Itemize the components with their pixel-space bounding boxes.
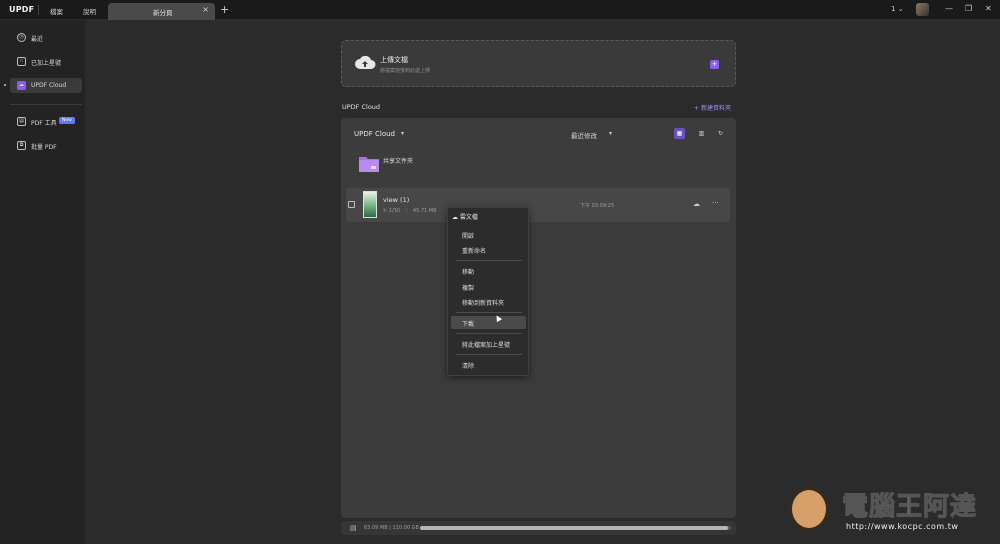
minimize-icon[interactable]: — [945,4,953,13]
sort-dropdown[interactable]: 最近修改 [571,130,597,140]
close-icon[interactable]: × [202,5,209,14]
upload-add-button[interactable]: + [710,60,719,69]
add-tab-icon[interactable]: + [220,3,229,16]
app-logo: UPDF [9,5,35,14]
cloud-upload-icon [355,55,376,69]
cloud-icon: ☁ [17,81,26,90]
file-thumbnail [363,191,377,218]
file-time: 下午 03:09:25 [580,203,615,209]
active-indicator [4,84,6,86]
main-area: 上傳文檔 將檔案拖曳到此處上傳 + UPDF Cloud + 新建資料夾 UPD… [85,20,1000,544]
sidebar-item-label: 批量 PDF [31,144,57,151]
sidebar-item-pdf-tools[interactable]: ▤ PDF 工具 New [10,114,82,129]
upload-title: 上傳文檔 [380,56,408,64]
watermark: 電腦王阿達 http://www.kocpc.com.tw [780,478,995,542]
title-divider [38,5,39,15]
watermark-url: http://www.kocpc.com.tw [846,522,959,531]
menu-item-copy[interactable]: 複製 [451,280,526,293]
storage-progress [420,526,731,530]
folder-name[interactable]: 共享文件夾 [383,156,413,165]
menu-item-move-new-folder[interactable]: 移動到新資料夾 [451,295,526,308]
menu-item-move[interactable]: 移動 [451,264,526,277]
menu-divider [456,260,522,261]
mascot-logo [790,488,828,530]
sidebar-item-starred[interactable]: ☆ 已加上星號 [10,54,82,69]
clock-icon: ◷ [17,33,26,42]
menu-item-delete[interactable]: 清除 [451,358,526,371]
avatar[interactable] [916,3,929,16]
caret-down-icon[interactable]: ▾ [401,130,404,137]
close-window-icon[interactable]: ✕ [985,4,992,13]
sidebar-divider [10,104,82,105]
upload-subtitle: 將檔案拖曳到此處上傳 [380,68,431,74]
sidebar-item-cloud[interactable]: ☁ UPDF Cloud [10,78,82,93]
storage-text: 63.09 MB | 110.00 GB [364,525,419,531]
context-menu-header: ☁ 雲文檔 [452,214,478,221]
new-folder-button[interactable]: + 新建資料夾 [694,103,731,112]
list-view-icon[interactable]: ▥ [696,128,707,139]
toolbox-icon: ▤ [17,117,26,126]
shared-folder-icon[interactable] [359,155,379,172]
restore-icon[interactable]: ❐ [965,4,972,13]
cloud-panel: UPDF Cloud ▾ 最近修改 ▾ ▦ ▥ ↻ 共享文件夾 view (1)… [341,118,736,518]
storage-progress-fill [420,526,728,530]
section-title: UPDF Cloud [342,103,381,111]
file-meta: ↻ 1/30 | 45.71 MB [383,208,437,214]
menu-help[interactable]: 說明 [83,6,96,16]
location-dropdown[interactable]: UPDF Cloud [354,130,395,138]
upload-dropzone[interactable]: 上傳文檔 將檔案拖曳到此處上傳 + [341,40,736,87]
sidebar-item-batch[interactable]: ⧉ 批量 PDF [10,138,82,153]
tab-new[interactable]: 新分頁 × [108,3,215,20]
batch-icon: ⧉ [17,141,26,150]
menu-item-open[interactable]: 開啟 [451,228,526,241]
menu-file[interactable]: 檔案 [50,6,63,16]
file-checkbox[interactable] [348,201,355,208]
more-icon[interactable]: ··· [712,199,719,207]
sidebar: ◷ 最近 ☆ 已加上星號 ☁ UPDF Cloud ▤ PDF 工具 New ⧉… [0,20,85,544]
title-bar: UPDF 檔案 說明 新分頁 × + 1 ⌄ — ❐ ✕ [0,0,1000,20]
page-indicator[interactable]: 1 ⌄ [891,5,904,13]
sidebar-item-label: UPDF Cloud [31,82,67,89]
menu-item-download[interactable]: 下載 [451,316,526,329]
cloud-icon: ☁ [452,214,458,221]
menu-divider [456,312,522,313]
storage-bar: ▤ 63.09 MB | 110.00 GB [341,521,736,535]
file-size: 45.71 MB [412,208,437,214]
sync-icon: ↻ [383,208,388,214]
file-row[interactable]: view (1) ↻ 1/30 | 45.71 MB 下午 03:09:25 ☁… [346,188,730,222]
refresh-icon[interactable]: ↻ [715,128,726,139]
file-name: view (1) [383,196,410,204]
cloud-status-icon[interactable]: ☁ [693,200,700,208]
tab-label: 新分頁 [153,9,173,17]
star-icon: ☆ [17,57,26,66]
sidebar-item-label: 最近 [31,36,44,43]
meta-separator: | [405,208,408,214]
new-badge: New [59,117,75,124]
sidebar-item-label: 已加上星號 [31,60,62,67]
grid-view-icon[interactable]: ▦ [674,128,685,139]
sidebar-item-label: PDF 工具 [31,120,57,127]
menu-divider [456,354,522,355]
context-menu: ☁ 雲文檔 開啟 重新命名 移動 複製 移動到新資料夾 下載 將此檔案加上星號 … [447,207,529,376]
file-pages: 1/30 [388,208,401,214]
sidebar-item-recent[interactable]: ◷ 最近 [10,30,82,45]
menu-item-star[interactable]: 將此檔案加上星號 [451,337,526,350]
menu-item-rename[interactable]: 重新命名 [451,243,526,256]
watermark-title: 電腦王阿達 [841,492,978,523]
menu-divider [456,333,522,334]
chevron-down-icon: ⌄ [897,5,904,13]
storage-icon: ▤ [350,524,357,532]
caret-down-icon[interactable]: ▾ [609,130,612,137]
